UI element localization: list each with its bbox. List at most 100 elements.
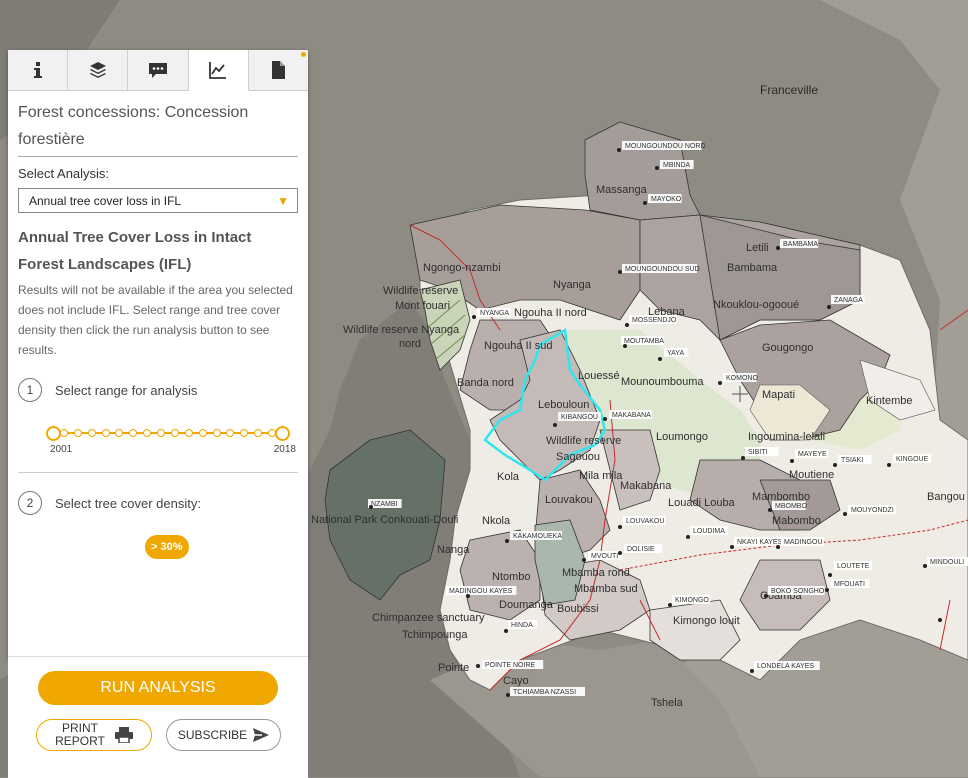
step-label: Select range for analysis xyxy=(55,382,198,398)
slider-start-handle[interactable] xyxy=(46,426,61,441)
district-tag: ZANAGA xyxy=(834,297,863,304)
slider-year-tick[interactable] xyxy=(115,429,124,437)
place-label: Lebouloun xyxy=(538,399,589,411)
step-number: 2 xyxy=(18,491,42,515)
district-tag: KIMONGO xyxy=(675,597,709,604)
place-label: Massanga xyxy=(596,184,648,196)
density-selector[interactable]: > 30% xyxy=(145,535,189,559)
place-label: Louvakou xyxy=(545,494,593,506)
district-tag: MOUYONDZI xyxy=(851,507,894,514)
district-tag: BOKO SONGHO xyxy=(771,588,825,595)
place-label: Wildlife reserve Nyanga xyxy=(343,324,460,336)
step-range: 1 Select range for analysis xyxy=(18,378,298,402)
slider-year-tick[interactable] xyxy=(143,429,152,437)
place-label: Loumongo xyxy=(656,431,708,443)
layers-icon xyxy=(89,62,106,78)
slider-year-tick[interactable] xyxy=(226,429,235,437)
print-report-label: PRINT REPORT xyxy=(55,722,105,748)
place-label: Kintembe xyxy=(866,395,912,407)
place-label: Louadi Louba xyxy=(668,497,736,509)
place-label: Kola xyxy=(497,471,520,483)
district-tag: KINGOUE xyxy=(896,456,929,463)
district-tag: LONDELA KAYES xyxy=(757,663,814,670)
tab-analysis[interactable] xyxy=(188,50,249,91)
place-label: Mounoumbouma xyxy=(621,376,704,388)
tab-document[interactable] xyxy=(249,50,308,90)
step-density: 2 Select tree cover density: xyxy=(18,491,298,515)
district-tag: LOUTETE xyxy=(837,563,870,570)
place-label: Tshela xyxy=(651,697,684,709)
notification-dot xyxy=(301,52,307,57)
document-icon xyxy=(272,61,286,79)
place-label: Chimpanzee sanctuary xyxy=(372,612,485,624)
place-label: Gougongo xyxy=(762,342,813,354)
slider-year-tick[interactable] xyxy=(254,429,263,437)
slider-year-tick[interactable] xyxy=(212,429,221,437)
place-label: Mapati xyxy=(762,389,795,401)
chevron-down-icon: ▼ xyxy=(277,193,289,208)
slider-year-tick[interactable] xyxy=(87,429,96,437)
place-label: Makabana xyxy=(620,480,672,492)
place-label: Ngouha II nord xyxy=(514,307,587,319)
comment-icon xyxy=(149,63,167,78)
district-tag: NYANGA xyxy=(480,310,509,317)
slider-year-tick[interactable] xyxy=(198,429,207,437)
place-label: Ntombo xyxy=(492,571,531,583)
district-tag: MFOUATI xyxy=(834,581,865,588)
range-start-year: 2001 xyxy=(50,444,73,455)
info-icon xyxy=(33,62,42,78)
year-range-slider[interactable] xyxy=(46,423,290,443)
place-label: Ingoumina-lelali xyxy=(748,431,825,443)
range-end-year: 2018 xyxy=(273,444,296,455)
place-label: Nkouklou-ogooué xyxy=(713,299,799,311)
place-label: National Park Conkouati-Douli xyxy=(311,514,458,526)
place-label: Sagouou xyxy=(556,451,600,463)
place-label: Kimongo louit xyxy=(673,615,740,627)
district-tag: MBINDA xyxy=(663,162,691,169)
place-label: Pointe xyxy=(438,662,469,674)
run-analysis-button[interactable]: RUN ANALYSIS xyxy=(38,671,278,705)
step-label: Select tree cover density: xyxy=(55,495,201,511)
print-label-line2: REPORT xyxy=(55,734,105,748)
slider-end-handle[interactable] xyxy=(275,426,290,441)
place-label: Franceville xyxy=(760,83,818,97)
place-label: Nyanga xyxy=(553,279,592,291)
print-report-button[interactable]: PRINT REPORT xyxy=(36,719,152,751)
slider-year-tick[interactable] xyxy=(170,429,179,437)
place-label: Louessé xyxy=(578,370,620,382)
slider-year-tick[interactable] xyxy=(184,429,193,437)
slider-year-tick[interactable] xyxy=(129,429,138,437)
district-tag: MADINGOU xyxy=(784,539,823,546)
send-icon xyxy=(253,728,270,742)
slider-track xyxy=(50,432,286,434)
slider-year-tick[interactable] xyxy=(101,429,110,437)
slider-year-tick[interactable] xyxy=(73,429,82,437)
slider-year-tick[interactable] xyxy=(240,429,249,437)
district-tag: KAKAMOUEKA xyxy=(513,533,562,540)
step-number: 1 xyxy=(18,378,42,402)
slider-year-tick[interactable] xyxy=(59,429,68,437)
place-label: Ngongo-nzambi xyxy=(423,262,501,274)
printer-icon xyxy=(114,727,133,743)
district-tag: MAKABANA xyxy=(612,412,651,419)
place-label: Nanga xyxy=(437,544,470,556)
district-tag: MINDOULI xyxy=(930,559,964,566)
tab-layers[interactable] xyxy=(68,50,129,90)
subscribe-button[interactable]: SUBSCRIBE xyxy=(166,719,281,751)
analysis-panel: Forest concessions: Concession forestièr… xyxy=(8,50,308,659)
divider xyxy=(18,472,298,473)
analysis-select[interactable]: Annual tree cover loss in IFL ▼ xyxy=(18,188,298,213)
district-tag: YAYA xyxy=(667,350,684,357)
place-label: Tchimpounga xyxy=(402,629,468,641)
slider-year-tick[interactable] xyxy=(157,429,166,437)
district-tag: NKAYI KAYES xyxy=(737,539,783,546)
place-label: Mila mila xyxy=(579,470,623,482)
tab-info[interactable] xyxy=(8,50,69,90)
place-label: Doumanga xyxy=(499,599,554,611)
district-tag: MADINGOU KAYES xyxy=(449,588,513,595)
tab-comments[interactable] xyxy=(128,50,189,90)
district-tag: KOMONO xyxy=(726,375,758,382)
subscribe-label: SUBSCRIBE xyxy=(177,728,248,742)
place-label: nord xyxy=(399,338,421,350)
place-label: Mbamba sud xyxy=(574,583,638,595)
